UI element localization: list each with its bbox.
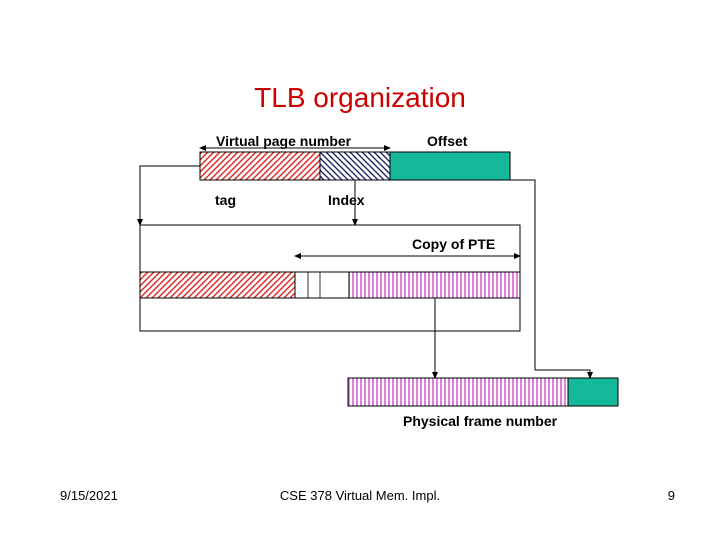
diagram-svg xyxy=(0,0,720,540)
